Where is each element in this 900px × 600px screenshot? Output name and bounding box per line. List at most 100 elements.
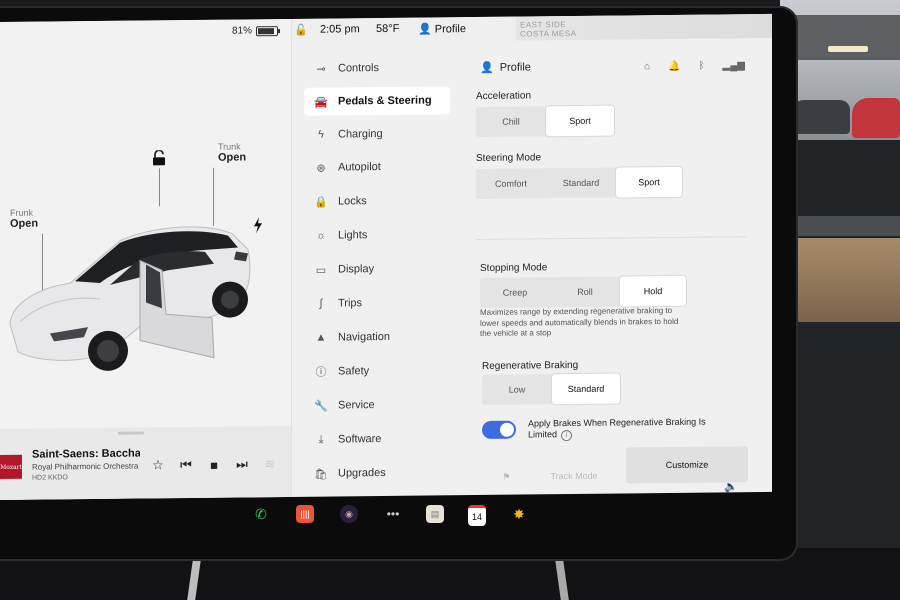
- album-art[interactable]: Mozart: [0, 454, 22, 479]
- previous-track-icon[interactable]: ⏮: [178, 457, 194, 473]
- phone-icon[interactable]: ✆: [252, 505, 270, 523]
- stopping-mode-label: Stopping Mode: [480, 262, 548, 274]
- favorite-star-icon[interactable]: ☆: [150, 457, 166, 473]
- bell-icon[interactable]: 🔔: [668, 61, 680, 72]
- acceleration-selector: Chill Sport: [476, 105, 614, 138]
- profile-label: Profile: [434, 23, 466, 36]
- lock-status-icon[interactable]: 🔓: [294, 24, 308, 37]
- wrench-icon: 🔧: [314, 400, 328, 413]
- media-player: Mozart Saint-Saens: Bacchanale Royal Phi…: [0, 425, 291, 500]
- voice-memo-icon[interactable]: ||||: [296, 505, 314, 523]
- trips-icon: ∫: [319, 297, 323, 310]
- bag-icon: 🛍: [314, 468, 328, 481]
- stop-icon[interactable]: ■: [206, 457, 222, 473]
- track-mode-button[interactable]: ⚑ Track Mode: [480, 458, 620, 495]
- dashboard-vent: [796, 216, 900, 236]
- menu-item-lights[interactable]: ☼ Lights: [304, 220, 450, 250]
- stopping-option-creep[interactable]: Creep: [480, 277, 550, 308]
- customize-button[interactable]: Customize: [626, 446, 748, 484]
- trunk-label: Trunk: [218, 141, 241, 152]
- steering-option-sport[interactable]: Sport: [616, 166, 682, 198]
- menu-item-charging[interactable]: ϟ Charging: [304, 119, 450, 149]
- menu-item-pedals-steering[interactable]: 🚘 Pedals & Steering: [304, 86, 450, 116]
- settings-menu: ⊸ Controls 🚘 Pedals & Steering ϟ Chargin…: [292, 49, 460, 497]
- touchscreen: 81% Trunk Open Frunk Open Mozart Saint-S…: [0, 13, 772, 500]
- person-icon: 👤: [480, 61, 494, 74]
- garage-light: [828, 46, 868, 52]
- menu-item-autopilot[interactable]: ⊛ Autopilot: [304, 152, 450, 182]
- safety-icon: ⓘ: [315, 366, 327, 379]
- unlock-icon[interactable]: [152, 150, 166, 166]
- menu-item-controls[interactable]: ⊸ Controls: [304, 53, 450, 83]
- acceleration-label: Acceleration: [476, 90, 532, 103]
- menu-item-upgrades[interactable]: 🛍 Upgrades: [304, 458, 450, 488]
- dashboard-wood-trim: [796, 238, 900, 322]
- notes-icon[interactable]: ▤: [426, 505, 444, 523]
- equalizer-icon[interactable]: ≋: [262, 456, 278, 472]
- menu-item-trips[interactable]: ∫ Trips: [304, 288, 450, 318]
- media-drawer-handle[interactable]: [118, 431, 144, 435]
- battery-indicator: 81%: [232, 25, 279, 37]
- acceleration-option-sport[interactable]: Sport: [546, 105, 614, 137]
- trunk-status[interactable]: Trunk Open: [218, 141, 246, 163]
- menu-item-service[interactable]: 🔧 Service: [304, 390, 450, 420]
- parked-car-red: [852, 98, 900, 138]
- steering-mode-label: Steering Mode: [476, 152, 542, 165]
- section-divider: [476, 236, 746, 241]
- calendar-icon[interactable]: 14: [468, 505, 486, 526]
- battery-percent: 81%: [232, 25, 253, 37]
- track-artist: Royal Philharmonic Orchestra: [32, 461, 139, 472]
- header-status-icons: ⌂ 🔔 ᛒ ▂▄▆: [644, 60, 745, 72]
- person-icon: 👤: [418, 23, 432, 36]
- acceleration-option-chill[interactable]: Chill: [476, 106, 546, 137]
- track-title: Saint-Saens: Bacchanale: [32, 447, 140, 461]
- clock: 2:05 pm: [320, 23, 360, 36]
- bolt-icon: ϟ: [318, 128, 324, 141]
- status-bar: EAST SIDE COSTA MESA 🔓 2:05 pm 58°F 👤 Pr…: [292, 13, 772, 41]
- camera-icon[interactable]: ◉: [340, 505, 358, 523]
- next-track-icon[interactable]: ⏭: [234, 456, 250, 472]
- regen-braking-label: Regenerative Braking: [482, 359, 579, 372]
- regen-option-standard[interactable]: Standard: [552, 373, 620, 405]
- menu-item-display[interactable]: ▭ Display: [304, 254, 450, 284]
- panel-profile[interactable]: 👤 Profile: [480, 60, 531, 74]
- car-model-image: [9, 226, 251, 371]
- battery-icon: [256, 25, 279, 36]
- menu-item-locks[interactable]: 🔒 Locks: [304, 186, 450, 216]
- stopping-option-hold[interactable]: Hold: [620, 275, 686, 307]
- flag-icon: ⚑: [502, 471, 511, 482]
- car-status-panel: 81% Trunk Open Frunk Open Mozart Saint-S…: [0, 18, 292, 500]
- more-apps-icon[interactable]: •••: [384, 505, 402, 523]
- apply-brakes-label: Apply Brakes When Regenerative Braking I…: [528, 416, 706, 442]
- apply-brakes-toggle[interactable]: [482, 420, 516, 439]
- navigation-arrow-icon: ▲: [315, 331, 327, 344]
- pedals-steering-panel: 👤 Profile ⌂ 🔔 ᛒ ▂▄▆ Acceleration Chill S…: [460, 46, 772, 495]
- toggle-icon: ⊸: [316, 63, 326, 76]
- car-icon: 🚘: [314, 96, 328, 109]
- steering-option-standard[interactable]: Standard: [546, 168, 616, 199]
- menu-item-software[interactable]: ⤓ Software: [304, 424, 450, 454]
- info-icon[interactable]: i: [561, 430, 573, 442]
- profile-button[interactable]: 👤 Profile: [418, 22, 466, 36]
- download-icon: ⤓: [318, 433, 324, 446]
- bluetooth-icon[interactable]: ᛒ: [699, 61, 705, 72]
- lte-signal-icon: ▂▄▆: [722, 60, 745, 72]
- volume-icon[interactable]: 🔈: [724, 480, 738, 493]
- parking-structure: [785, 15, 900, 60]
- garage-icon[interactable]: ⌂: [644, 61, 650, 72]
- sun-icon: ☼: [315, 229, 327, 242]
- stopping-mode-selector: Creep Roll Hold: [480, 275, 686, 308]
- regen-option-low[interactable]: Low: [482, 374, 552, 405]
- steering-wheel-icon: ⊛: [316, 162, 326, 175]
- toybox-icon[interactable]: ✸: [510, 505, 528, 523]
- trunk-state: Open: [218, 151, 247, 164]
- menu-item-navigation[interactable]: ▲ Navigation: [304, 322, 450, 352]
- stopping-option-roll[interactable]: Roll: [550, 277, 620, 308]
- steering-option-comfort[interactable]: Comfort: [476, 168, 546, 199]
- steering-mode-selector: Comfort Standard Sport: [476, 166, 682, 200]
- track-source: HD2 KKDO: [32, 474, 68, 482]
- menu-item-safety[interactable]: ⓘ Safety: [304, 356, 450, 386]
- stopping-mode-description: Maximizes range by extending regenerativ…: [480, 305, 679, 338]
- lock-icon: 🔒: [314, 196, 328, 209]
- regen-braking-selector: Low Standard: [482, 373, 620, 405]
